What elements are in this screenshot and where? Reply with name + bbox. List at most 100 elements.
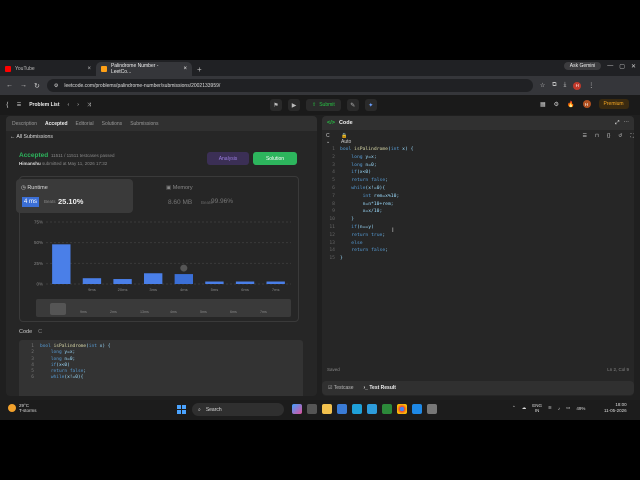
profile-avatar[interactable]: H [573,81,582,90]
editor-line[interactable]: 12 return true; [322,232,634,240]
fullscreen-icon[interactable]: ⛶ [630,133,634,145]
tab-accepted[interactable]: Accepted [45,121,68,127]
tab-youtube[interactable]: YouTube × [0,62,96,76]
editor-line[interactable]: 11 if(n==y) [322,224,634,232]
xbox-icon[interactable] [382,404,392,414]
weather-widget[interactable]: 29°C T-storms [8,403,37,413]
editor-line[interactable]: 10 } [322,216,634,224]
spark-icon[interactable]: ✦ [364,99,377,111]
notes-icon[interactable]: ✎ [346,99,359,111]
language-select[interactable]: C ⌄ [326,133,333,145]
new-tab-button[interactable]: + [192,62,207,76]
maximize-icon[interactable]: ▢ [619,63,625,70]
vscode-icon[interactable] [412,404,422,414]
tab-leetcode[interactable]: Palindrome Number - LeetCo... × [96,62,192,76]
battery-icon[interactable]: ▭ [566,405,570,411]
streak-icon[interactable]: 🔥 [567,101,574,108]
editor-line[interactable]: 15} [322,255,634,263]
ask-gemini-button[interactable]: Ask Gemini [563,62,602,70]
maximize-panel-icon[interactable]: ⤢ [615,120,619,127]
settings-app-icon[interactable] [427,404,437,414]
submit-button[interactable]: ⇧ Submit [306,99,341,111]
file-explorer-icon[interactable] [322,404,332,414]
bar-2ms[interactable] [113,279,132,284]
editor-line[interactable]: 1 bool isPalindrome(int x) { [322,146,634,154]
site-info-icon[interactable]: ⚙ [54,83,58,89]
editor-line[interactable]: 14 return false; [322,247,634,255]
download-icon[interactable]: ⤓ [564,82,567,89]
next-problem-icon[interactable]: › [77,102,79,108]
editor-line[interactable]: 9 x=x/10; [322,208,634,216]
editor-line[interactable]: 5 return false; [322,177,634,185]
editor-line[interactable]: 3 long n=0; [322,162,634,170]
language-indicator[interactable]: ENG IN [532,403,542,413]
code-editor[interactable]: 1 bool isPalindrome(int x) {2 long y=x; 3 … [322,146,634,346]
editor-line[interactable]: 7 int rem=x%10; [322,193,634,201]
microsoft-store-icon[interactable] [337,404,347,414]
shuffle-icon[interactable]: ⤨ [87,102,91,108]
bookmark-icon[interactable]: ⊓ [595,133,599,145]
bar-7ms[interactable] [266,281,285,284]
settings-icon[interactable]: ⚙ [554,101,559,108]
chrome-icon[interactable] [397,404,407,414]
editor-line[interactable]: 4 if(x<0) [322,169,634,177]
chevron-up-icon[interactable]: ⌃ [512,405,516,411]
taskbar-search[interactable]: ⌕ Search [192,403,284,416]
onedrive-icon[interactable]: ☁ [522,405,527,411]
copilot-icon[interactable] [292,404,302,414]
wifi-icon[interactable]: ≋ [548,405,552,411]
extensions-icon[interactable]: ⧉ [552,82,556,89]
user-avatar[interactable]: H [582,100,591,108]
bar-5ms[interactable] [205,281,224,284]
reset-icon[interactable]: ↺ [618,133,622,145]
layout-icon[interactable]: ▦ [540,101,546,108]
taskbar-clock[interactable]: 18:00 11-05-2026 [604,402,627,414]
author-name[interactable]: Himanshu [19,161,41,166]
auto-mode[interactable]: 🔒 Auto [341,133,355,145]
back-icon[interactable]: ← [6,82,13,89]
menu-icon[interactable]: ⋮ [588,82,594,89]
leetcode-logo-icon[interactable]: ⟨ [6,101,9,109]
solution-button[interactable]: Solution [253,152,297,165]
task-view-icon[interactable] [307,404,317,414]
tab-description[interactable]: Description [12,121,37,127]
bar-3ms[interactable] [144,273,163,284]
photos-icon[interactable] [367,404,377,414]
bar-0ms[interactable] [52,244,71,284]
reload-icon[interactable]: ↻ [34,82,40,90]
bookmark-star-icon[interactable]: ☆ [540,82,545,89]
editor-line[interactable]: 2 long y=x; [322,154,634,162]
bar-4ms[interactable] [174,274,193,284]
tab-solutions[interactable]: Solutions [102,121,123,127]
close-tab-icon[interactable]: × [87,66,91,72]
editor-line[interactable]: 6 while(x!=0){ [322,185,634,193]
prev-problem-icon[interactable]: ‹ [68,102,70,108]
minimap-selection[interactable] [50,303,66,315]
format-icon[interactable]: ☰ [583,133,587,145]
url-field[interactable]: ⚙ leetcode.com/problems/palindrome-numbe… [46,79,533,92]
edge-icon[interactable] [352,404,362,414]
volume-icon[interactable]: ♪ [558,406,560,411]
tab-editorial[interactable]: Editorial [76,121,94,127]
memory-label[interactable]: ▣ Memory [166,185,193,191]
premium-button[interactable]: Premium [598,99,629,109]
bar-1ms[interactable] [82,278,102,284]
debug-icon[interactable]: ⚑ [270,99,282,111]
windows-start-icon[interactable] [177,405,186,414]
braces-icon[interactable]: {} [607,133,610,145]
close-window-icon[interactable]: ✕ [631,63,636,70]
close-tab-icon[interactable]: × [183,66,187,72]
forward-icon[interactable]: → [20,82,27,89]
all-submissions-link[interactable]: ← All Submissions [10,134,53,140]
tab-testcase[interactable]: ☑ Testcase [328,385,354,391]
editor-line[interactable]: 13 else [322,240,634,248]
bar-6ms[interactable] [235,281,255,284]
problem-list-link[interactable]: Problem List [29,102,59,108]
tab-submissions[interactable]: Submissions [130,121,158,127]
more-icon[interactable]: ⋯ [624,120,630,126]
editor-line[interactable]: 8 n=n*10+rem; [322,201,634,209]
minimize-icon[interactable]: — [607,63,613,69]
tab-test-result[interactable]: ›_ Test Result [364,385,396,391]
run-icon[interactable]: ▶ [288,99,300,111]
chart-minimap[interactable]: 9ms 2ms 13ms 4ms 5ms 6ms 7ms [36,299,291,317]
